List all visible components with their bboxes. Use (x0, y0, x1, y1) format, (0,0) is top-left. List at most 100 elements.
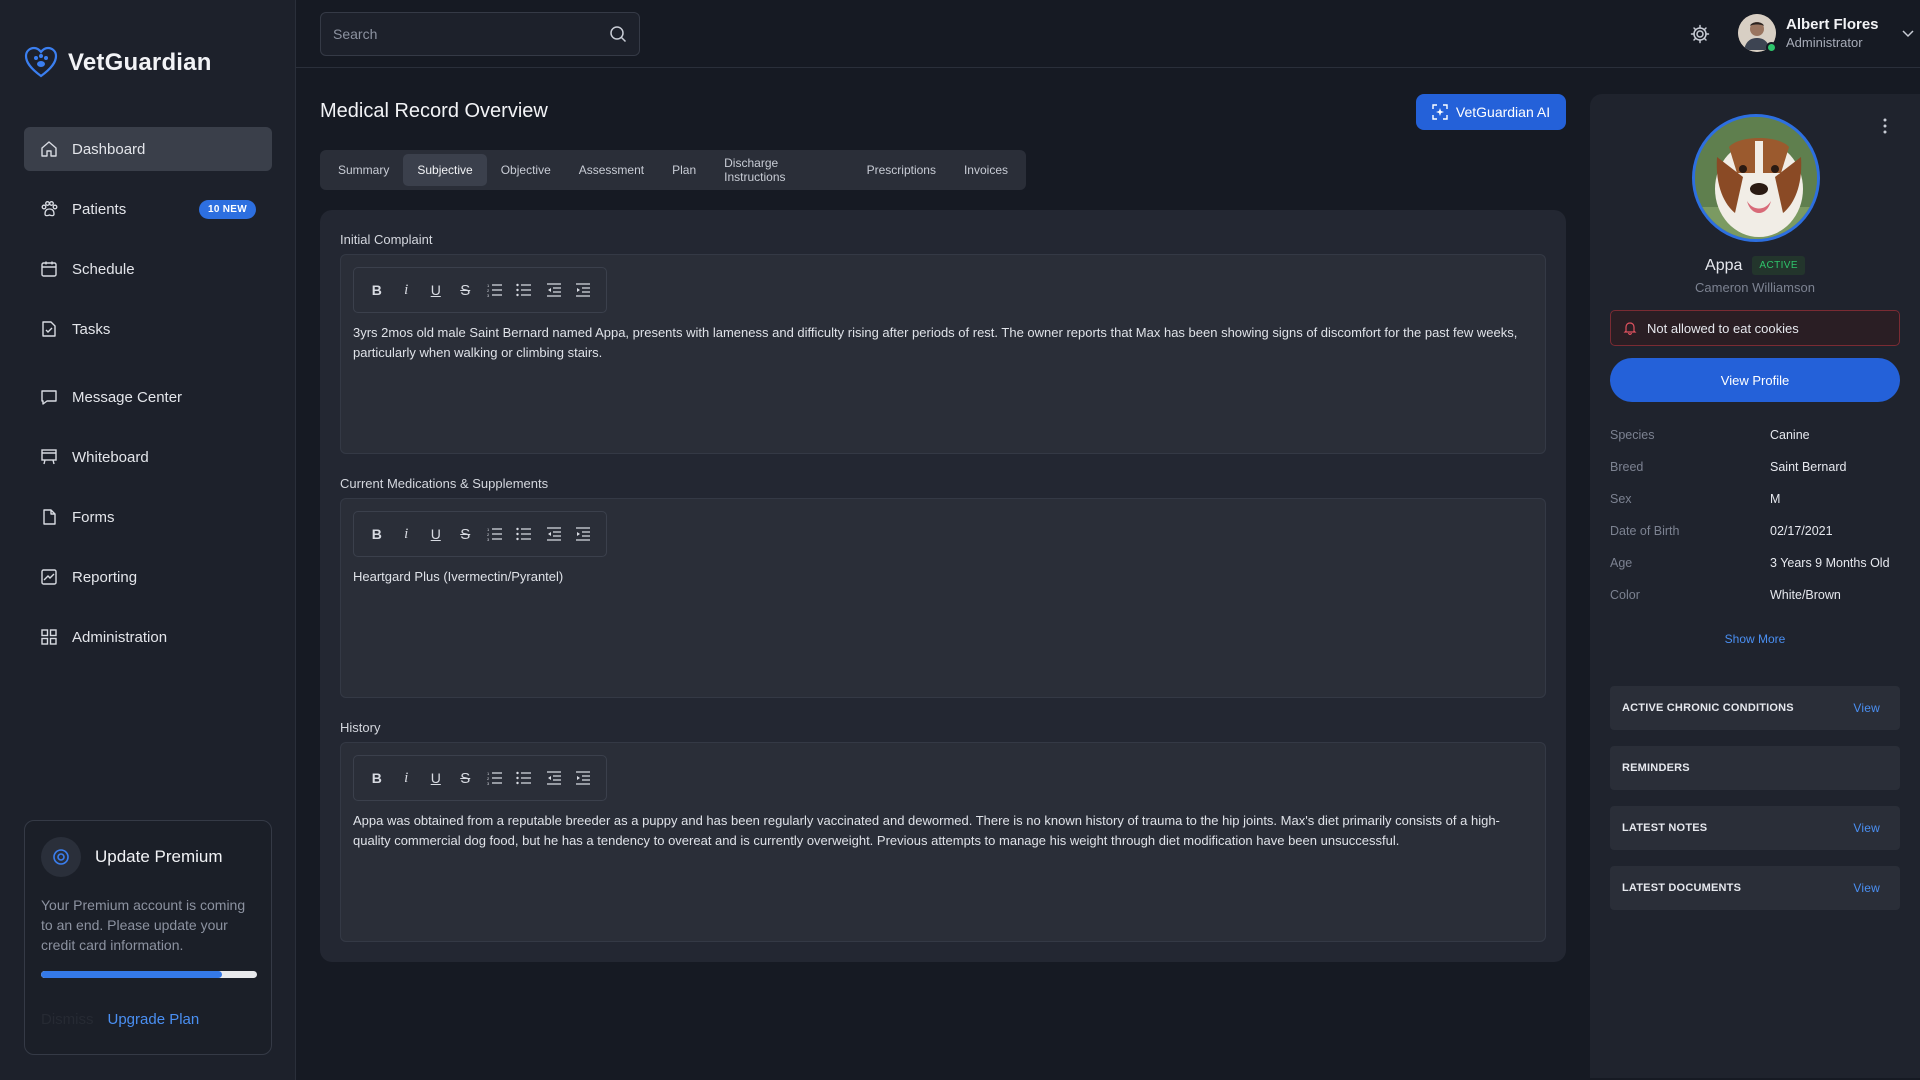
initial-complaint-editor[interactable]: B i U S 123 3yrs 2mos old male Saint Ber… (340, 254, 1546, 454)
app-name: VetGuardian (68, 49, 212, 76)
formatting-toolbar: B i U S 123 (353, 511, 607, 557)
svg-text:3: 3 (487, 537, 490, 541)
detail-label: Date of Birth (1610, 524, 1680, 538)
outdent-icon[interactable] (544, 524, 564, 544)
latest-documents-section[interactable]: LATEST DOCUMENTS View (1610, 866, 1900, 910)
tab-summary[interactable]: Summary (324, 154, 403, 186)
user-menu[interactable]: Albert Flores Administrator (1738, 14, 1915, 53)
calendar-icon (41, 261, 57, 277)
underline-icon[interactable]: U (426, 280, 446, 300)
bullet-list-icon[interactable] (514, 280, 534, 300)
italic-icon[interactable]: i (396, 768, 416, 788)
sidebar-item-forms[interactable]: Forms (24, 495, 272, 539)
record-tabs: Summary Subjective Objective Assessment … (320, 150, 1026, 190)
detail-value: Saint Bernard (1770, 460, 1847, 474)
sidebar-item-message-center[interactable]: Message Center (24, 375, 272, 419)
owner-name[interactable]: Cameron Williamson (1590, 280, 1920, 295)
detail-row-color: Color White/Brown (1610, 588, 1900, 602)
detail-value: Canine (1770, 428, 1810, 442)
upgrade-plan-link[interactable]: Upgrade Plan (108, 1011, 200, 1028)
formatting-toolbar: B i U S 123 (353, 267, 607, 313)
grid-icon (41, 629, 57, 645)
bold-icon[interactable]: B (367, 524, 387, 544)
initial-complaint-text: 3yrs 2mos old male Saint Bernard named A… (353, 325, 1518, 360)
new-patients-badge: 10 NEW (198, 199, 256, 219)
view-profile-button[interactable]: View Profile (1610, 358, 1900, 402)
accordion-title: LATEST NOTES (1622, 822, 1708, 834)
search-icon[interactable] (609, 25, 627, 43)
sidebar-item-label: Patients (72, 200, 127, 218)
sidebar-item-schedule[interactable]: Schedule (24, 247, 272, 291)
tab-subjective[interactable]: Subjective (403, 154, 487, 186)
update-premium-card: Update Premium Your Premium account is c… (24, 820, 272, 1055)
history-text: Appa was obtained from a reputable breed… (353, 813, 1500, 848)
history-editor[interactable]: B i U S 123 Appa was obtained from a rep… (340, 742, 1546, 942)
sidebar-item-administration[interactable]: Administration (24, 615, 272, 659)
outdent-icon[interactable] (544, 280, 564, 300)
sidebar-item-tasks[interactable]: Tasks (24, 307, 272, 351)
gear-icon[interactable] (1690, 24, 1710, 44)
sidebar-item-dashboard[interactable]: Dashboard (24, 127, 272, 171)
chevron-down-icon[interactable] (1901, 26, 1915, 40)
detail-row-date-of-birth: Date of Birth 02/17/2021 (1610, 524, 1900, 538)
chart-icon (41, 569, 57, 585)
home-icon (41, 141, 57, 157)
bold-icon[interactable]: B (367, 768, 387, 788)
vetguardian-ai-button[interactable]: VetGuardian AI (1416, 94, 1566, 130)
ordered-list-icon[interactable]: 123 (485, 524, 505, 544)
detail-row-sex: Sex M (1610, 492, 1900, 506)
italic-icon[interactable]: i (396, 280, 416, 300)
pet-name: Appa (1705, 256, 1743, 274)
avatar (1738, 14, 1777, 53)
tab-plan[interactable]: Plan (658, 154, 710, 186)
outdent-icon[interactable] (544, 768, 564, 788)
indent-icon[interactable] (573, 768, 593, 788)
indent-icon[interactable] (573, 280, 593, 300)
view-link[interactable]: View (1853, 881, 1880, 895)
reminders-section[interactable]: REMINDERS (1610, 746, 1900, 790)
tab-invoices[interactable]: Invoices (950, 154, 1022, 186)
sidebar-item-label: Whiteboard (72, 448, 149, 466)
detail-row-species: Species Canine (1610, 428, 1900, 442)
status-badge: ACTIVE (1752, 256, 1805, 275)
underline-icon[interactable]: U (426, 524, 446, 544)
sidebar-item-patients[interactable]: Patients 10 NEW (24, 187, 272, 231)
history-label: History (340, 720, 381, 735)
tab-objective[interactable]: Objective (487, 154, 565, 186)
bullet-list-icon[interactable] (514, 768, 534, 788)
sidebar-item-reporting[interactable]: Reporting (24, 555, 272, 599)
underline-icon[interactable]: U (426, 768, 446, 788)
tab-prescriptions[interactable]: Prescriptions (853, 154, 950, 186)
search-input[interactable] (333, 26, 593, 42)
bullet-list-icon[interactable] (514, 524, 534, 544)
detail-value: 02/17/2021 (1770, 524, 1833, 538)
strikethrough-icon[interactable]: S (455, 768, 475, 788)
message-icon (41, 390, 57, 405)
online-status-dot (1766, 42, 1777, 53)
bold-icon[interactable]: B (367, 280, 387, 300)
ordered-list-icon[interactable]: 123 (485, 280, 505, 300)
indent-icon[interactable] (573, 524, 593, 544)
dismiss-button[interactable]: Dismiss (41, 1011, 94, 1028)
strikethrough-icon[interactable]: S (455, 280, 475, 300)
italic-icon[interactable]: i (396, 524, 416, 544)
show-more-link[interactable]: Show More (1590, 632, 1920, 646)
latest-notes-section[interactable]: LATEST NOTES View (1610, 806, 1900, 850)
detail-value: White/Brown (1770, 588, 1841, 602)
more-options-icon[interactable] (1882, 118, 1888, 134)
sidebar-item-whiteboard[interactable]: Whiteboard (24, 435, 272, 479)
premium-description: Your Premium account is coming to an end… (41, 897, 246, 953)
initial-complaint-label: Initial Complaint (340, 232, 433, 247)
paw-icon (41, 201, 58, 217)
tab-assessment[interactable]: Assessment (565, 154, 658, 186)
view-link[interactable]: View (1853, 701, 1880, 715)
active-chronic-conditions-section[interactable]: ACTIVE CHRONIC CONDITIONS View (1610, 686, 1900, 730)
detail-label: Sex (1610, 492, 1632, 506)
medications-editor[interactable]: B i U S 123 Heartgard Plus (Ivermectin/P… (340, 498, 1546, 698)
app-logo[interactable]: VetGuardian (24, 46, 212, 80)
strikethrough-icon[interactable]: S (455, 524, 475, 544)
ordered-list-icon[interactable]: 123 (485, 768, 505, 788)
detail-row-breed: Breed Saint Bernard (1610, 460, 1900, 474)
tab-discharge-instructions[interactable]: Discharge Instructions (710, 154, 852, 186)
view-link[interactable]: View (1853, 821, 1880, 835)
